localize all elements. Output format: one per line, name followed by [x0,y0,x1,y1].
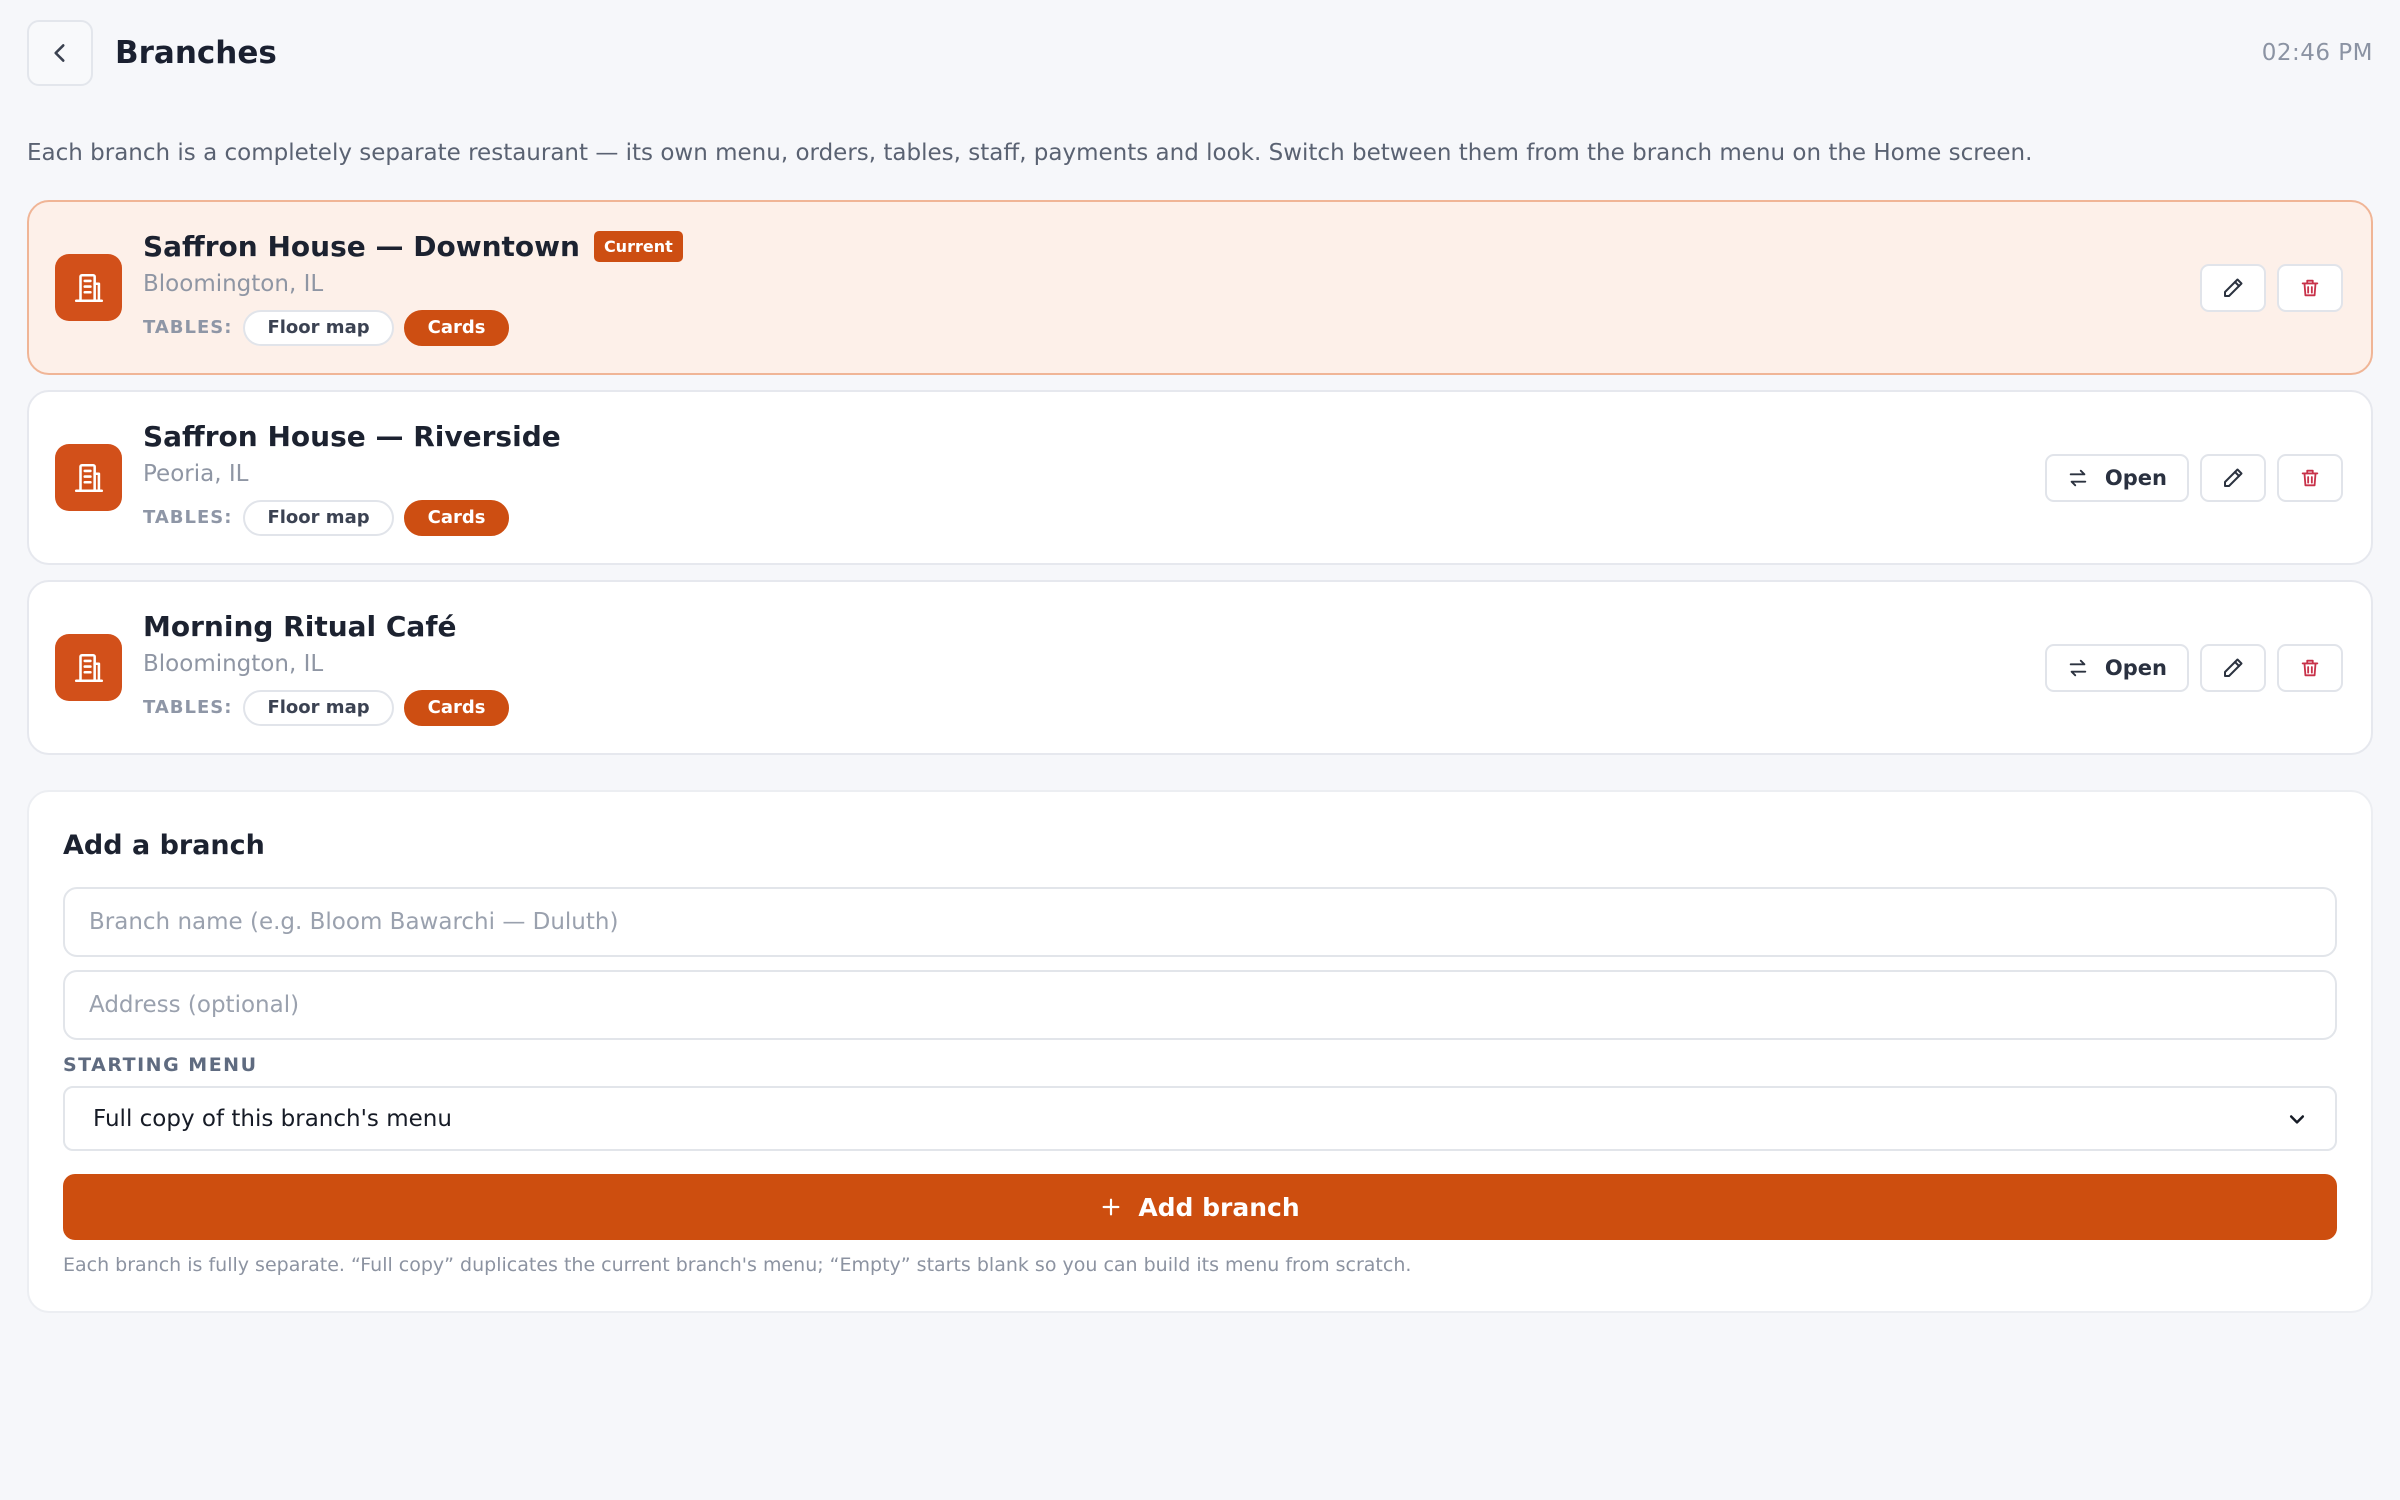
tables-option-cards[interactable]: Cards [403,499,510,536]
tables-view-toggle: TABLES: Floor map Cards [143,309,2200,346]
add-branch-footnote: Each branch is fully separate. “Full cop… [63,1254,1412,1276]
intro-text: Each branch is a completely separate res… [27,140,2033,166]
branch-address: Bloomington, IL [143,270,324,297]
tables-label: TABLES: [143,317,233,338]
tables-label: TABLES: [143,697,233,718]
branch-card-current[interactable]: Saffron House — Downtown Current Bloomin… [27,200,2373,375]
chevron-left-icon [54,44,65,62]
add-branch-label: Add branch [1138,1192,1300,1222]
branch-info: Saffron House — Riverside Peoria, IL TAB… [143,420,2045,536]
tables-option-cards[interactable]: Cards [403,689,510,726]
open-branch-button[interactable]: Open [2044,453,2189,502]
header: Branches 02:46 PM [27,20,2373,86]
starting-menu-label: STARTING MENU [63,1054,258,1076]
tables-view-toggle: TABLES: Floor map Cards [143,689,2045,726]
add-branch-title: Add a branch [63,830,265,861]
branch-address: Bloomington, IL [143,650,324,677]
branch-address: Peoria, IL [143,460,249,487]
branch-actions [2200,263,2343,312]
building-icon [55,444,122,511]
branch-name: Morning Ritual Café [143,609,457,643]
add-branch-button[interactable]: Add branch [63,1174,2337,1240]
pencil-icon [2224,278,2243,297]
branch-card[interactable]: Saffron House — Riverside Peoria, IL TAB… [27,390,2373,565]
delete-branch-button[interactable] [2277,263,2343,312]
delete-branch-button[interactable] [2277,453,2343,502]
branch-actions: Open [2044,453,2343,502]
branch-name-row: Saffron House — Downtown Current [143,230,2200,263]
open-label: Open [2104,465,2167,490]
pencil-icon [2224,658,2243,677]
branch-name-row: Saffron House — Riverside [143,420,2045,453]
branch-list: Saffron House — Downtown Current Bloomin… [27,200,2373,770]
clock: 02:46 PM [2261,40,2373,66]
plus-icon [1100,1196,1122,1218]
building-icon [55,254,122,321]
trash-icon [2301,659,2319,676]
branches-screen: Branches 02:46 PM Each branch is a compl… [0,0,2400,1500]
tables-option-floor-map[interactable]: Floor map [243,499,394,536]
trash-icon [2301,279,2319,296]
arrows-swap-icon [2067,467,2089,489]
branch-address-input[interactable] [63,970,2337,1040]
open-branch-button[interactable]: Open [2044,643,2189,692]
tables-option-floor-map[interactable]: Floor map [243,309,394,346]
edit-branch-button[interactable] [2200,643,2266,692]
tables-label: TABLES: [143,507,233,528]
chevron-down-icon [2287,1109,2307,1129]
branch-name: Saffron House — Riverside [143,419,561,453]
edit-branch-button[interactable] [2200,453,2266,502]
tables-option-cards[interactable]: Cards [403,309,510,346]
branch-actions: Open [2044,643,2343,692]
page-title: Branches [115,35,277,71]
starting-menu-value: Full copy of this branch's menu [93,1105,452,1132]
branch-info: Saffron House — Downtown Current Bloomin… [143,230,2200,346]
branch-name-input[interactable] [63,887,2337,957]
branch-name: Saffron House — Downtown [143,229,580,263]
back-button[interactable] [27,20,93,86]
pencil-icon [2224,468,2243,487]
tables-view-toggle: TABLES: Floor map Cards [143,499,2045,536]
branch-info: Morning Ritual Café Bloomington, IL TABL… [143,610,2045,726]
add-branch-panel: Add a branch STARTING MENU Full copy of … [27,790,2373,1313]
current-badge: Current [593,230,683,262]
trash-icon [2301,469,2319,486]
branch-name-row: Morning Ritual Café [143,610,2045,643]
branch-card[interactable]: Morning Ritual Café Bloomington, IL TABL… [27,580,2373,755]
edit-branch-button[interactable] [2200,263,2266,312]
starting-menu-select[interactable]: Full copy of this branch's menu [63,1086,2337,1151]
building-icon [55,634,122,701]
tables-option-floor-map[interactable]: Floor map [243,689,394,726]
delete-branch-button[interactable] [2277,643,2343,692]
arrows-swap-icon [2067,657,2089,679]
open-label: Open [2104,655,2167,680]
